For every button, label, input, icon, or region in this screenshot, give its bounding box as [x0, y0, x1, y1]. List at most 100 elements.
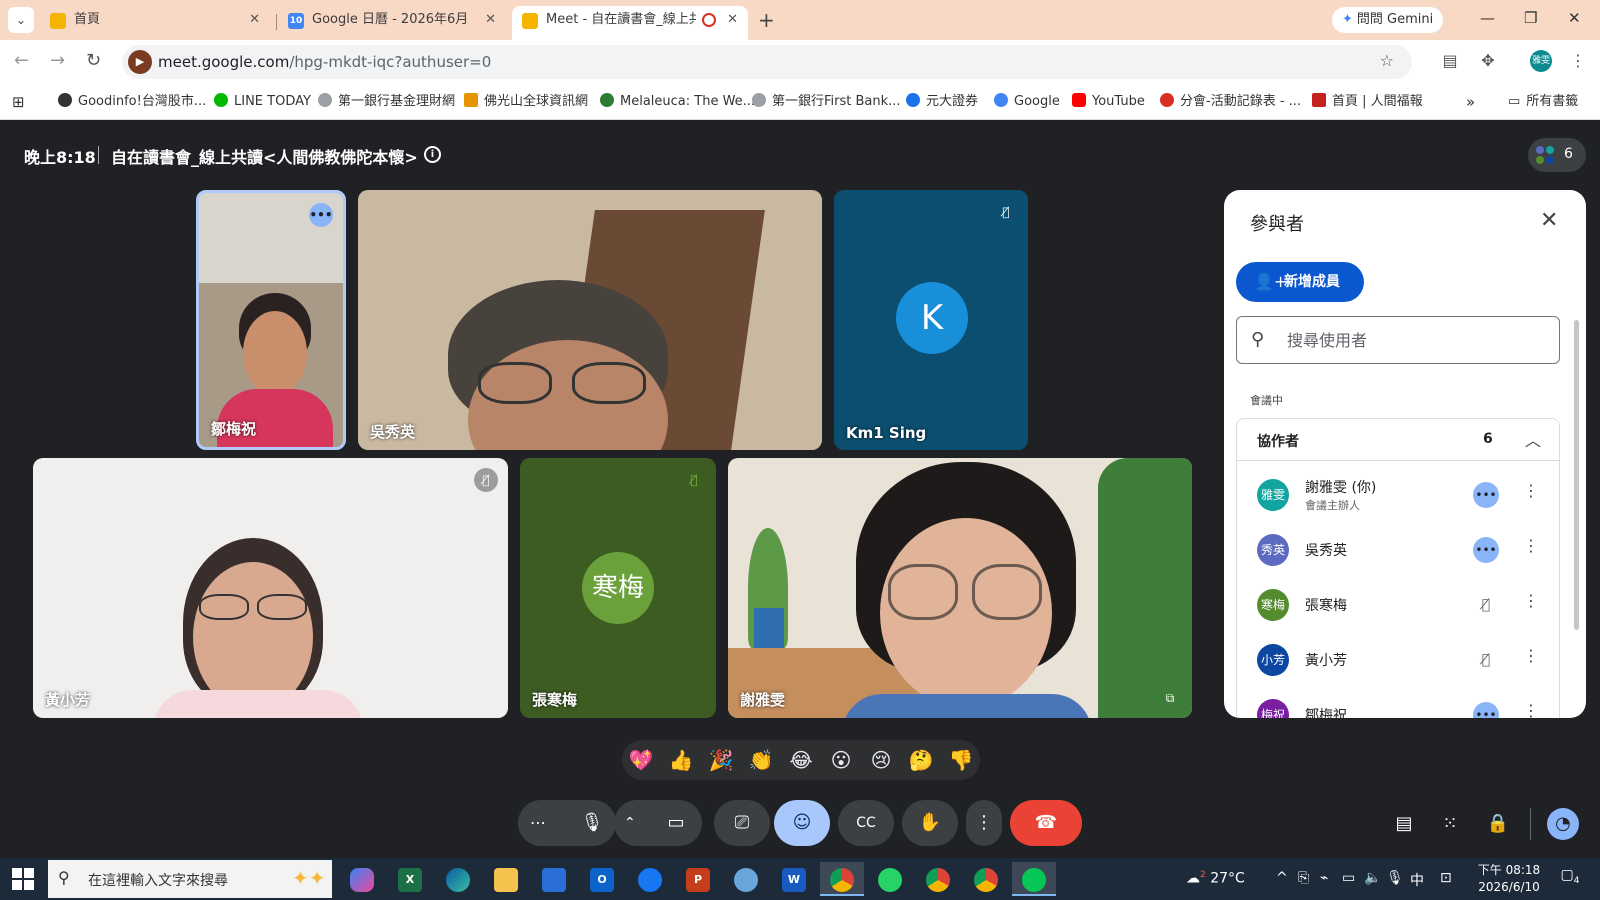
participant-count-badge[interactable]: 6 — [1528, 138, 1586, 172]
mic-off-icon[interactable]: 🎙̸ — [1473, 592, 1499, 618]
more-options-icon[interactable]: ••• — [1473, 537, 1499, 563]
windows-start-icon[interactable] — [12, 868, 34, 890]
kebab-menu-icon[interactable]: ⋮ — [1523, 701, 1539, 718]
line-app-icon[interactable] — [1012, 862, 1056, 896]
participant-row[interactable]: 雅雯 謝雅雯 (你) 會議主辦人 ••• ⋮ — [1237, 467, 1559, 522]
kebab-menu-icon[interactable]: ⋮ — [1523, 481, 1539, 500]
chat-icon[interactable]: ▤ — [1388, 808, 1420, 840]
input-method-indicator[interactable]: 中 — [1410, 870, 1424, 890]
video-tile[interactable]: ⧉ 謝雅雯 — [728, 458, 1192, 718]
bookmark-item[interactable]: 第一銀行基金理財網 — [318, 84, 455, 120]
copilot-icon[interactable] — [340, 862, 384, 896]
video-tile[interactable]: 🎙̸ 黃小芳 — [33, 458, 508, 718]
extensions-icon[interactable]: ✥ — [1478, 51, 1498, 71]
store-icon[interactable] — [532, 862, 576, 896]
notification-center-icon[interactable]: ▢4 — [1558, 867, 1582, 891]
more-bookmarks-icon[interactable]: » — [1466, 84, 1475, 120]
tab-home[interactable]: 首頁 ✕ — [40, 6, 270, 40]
all-bookmarks-folder[interactable]: ▭ 所有書籤 — [1508, 84, 1578, 120]
bookmark-item[interactable]: 第一銀行First Bank... — [752, 84, 901, 120]
tab-calendar[interactable]: 10 Google 日曆 - 2026年6月 ✕ — [278, 6, 506, 40]
chevron-up-icon[interactable]: ︿ — [1525, 427, 1541, 451]
restore-icon[interactable]: ❐ — [1524, 9, 1537, 27]
minimize-icon[interactable]: — — [1480, 9, 1495, 27]
avatar-tile[interactable]: 寒梅 🎙̸ 張寒梅 — [520, 458, 716, 718]
reaction-thinking-icon[interactable]: 🤔 — [908, 747, 934, 773]
raise-hand-icon[interactable]: ✋ — [902, 800, 958, 846]
participant-row[interactable]: 寒梅 張寒梅 🎙̸ ⋮ — [1237, 577, 1559, 632]
messenger-icon[interactable] — [628, 862, 672, 896]
video-tile[interactable]: 吳秀英 — [358, 190, 822, 450]
search-input[interactable] — [1287, 327, 1547, 353]
microphone-tray-icon[interactable]: 🎙 — [1386, 870, 1404, 886]
chrome-icon[interactable] — [820, 862, 864, 896]
whatsapp-icon[interactable] — [868, 862, 912, 896]
info-icon[interactable]: i — [424, 146, 441, 163]
close-icon[interactable]: ✕ — [1540, 208, 1558, 233]
reaction-laugh-icon[interactable]: 😂 — [788, 747, 814, 773]
activities-icon[interactable]: ⁙ — [1434, 808, 1466, 840]
chrome-profile-icon[interactable] — [916, 862, 960, 896]
bookmark-item[interactable]: 首頁 | 人間福報 — [1312, 84, 1423, 120]
tab-search-icon[interactable]: ⌄ — [8, 7, 34, 33]
people-search-field[interactable]: ⚲ — [1236, 316, 1560, 364]
close-icon[interactable]: ✕ — [727, 6, 738, 34]
kebab-menu-icon[interactable]: ⋮ — [1523, 591, 1539, 610]
volume-icon[interactable]: 🔈 — [1364, 870, 1381, 886]
bookmark-item[interactable]: LINE TODAY — [214, 84, 311, 120]
camera-icon[interactable]: ▭ — [654, 800, 698, 846]
mic-off-icon[interactable]: 🎙̸ — [1473, 647, 1499, 673]
kebab-menu-icon[interactable]: ⋮ — [1523, 536, 1539, 555]
captions-icon[interactable]: CC — [838, 800, 894, 846]
reaction-sad-icon[interactable]: 😢 — [868, 747, 894, 773]
emoji-reactions-icon[interactable]: ☺ — [774, 800, 830, 846]
tab-meet[interactable]: Meet - 自在讀書會_線上共 ✕ — [512, 6, 748, 40]
ime-options-icon[interactable]: ⊡ — [1440, 870, 1452, 886]
site-info-icon[interactable]: ▶ — [128, 50, 152, 74]
picture-in-picture-icon[interactable]: ⧉ — [1158, 686, 1182, 710]
video-tile[interactable]: ••• 鄒梅祝 — [196, 190, 346, 450]
forward-icon[interactable]: → — [50, 50, 65, 71]
paint-icon[interactable] — [724, 862, 768, 896]
leave-call-icon[interactable]: ☎ — [1010, 800, 1082, 846]
back-icon[interactable]: ← — [14, 50, 29, 71]
gemini-button[interactable]: ✦ 問問 Gemini — [1332, 7, 1444, 33]
close-icon[interactable]: ✕ — [249, 6, 260, 34]
tray-overflow-icon[interactable]: ^ — [1276, 870, 1288, 886]
wifi-off-icon[interactable]: ⌁ — [1320, 870, 1328, 886]
reaction-party-icon[interactable]: 🎉 — [708, 747, 734, 773]
participant-row[interactable]: 秀英 吳秀英 ••• ⋮ — [1237, 522, 1559, 577]
edge-icon[interactable] — [436, 862, 480, 896]
taskbar-search-box[interactable]: ⚲ 在這裡輸入文字來搜尋 ✦✦ — [48, 860, 332, 898]
media-icon[interactable]: ▤ — [1440, 51, 1460, 71]
reaction-thumbs-down-icon[interactable]: 👎 — [948, 747, 974, 773]
more-options-icon[interactable]: ⋮ — [966, 800, 1002, 846]
bookmark-item[interactable]: YouTube — [1072, 84, 1145, 120]
outlook-icon[interactable]: O — [580, 862, 624, 896]
avatar-tile[interactable]: K 🎙̸ Km1 Sing — [834, 190, 1028, 450]
bookmark-item[interactable]: 佛光山全球資訊網 — [464, 84, 588, 120]
more-options-icon[interactable]: ••• — [1473, 482, 1499, 508]
panel-scrollbar[interactable] — [1574, 320, 1579, 630]
group-header[interactable]: 協作者 6 ︿ — [1237, 419, 1559, 461]
window-close-icon[interactable]: ✕ — [1568, 9, 1581, 27]
participant-row[interactable]: 梅祝 鄒梅祝 ••• ⋮ — [1237, 687, 1559, 718]
url-text[interactable]: meet.google.com/hpg-mkdt-iqc?authuser=0 — [158, 45, 491, 79]
reaction-heart-icon[interactable]: 💖 — [628, 747, 654, 773]
word-icon[interactable]: W — [772, 862, 816, 896]
participant-row[interactable]: 小芳 黃小芳 🎙̸ ⋮ — [1237, 632, 1559, 687]
file-explorer-icon[interactable] — [484, 862, 528, 896]
host-controls-icon[interactable]: 🔒 — [1482, 808, 1514, 840]
kebab-menu-icon[interactable]: ⋮ — [1523, 646, 1539, 665]
bookmark-star-icon[interactable]: ☆ — [1380, 51, 1394, 70]
apps-grid-icon[interactable]: ⊞ — [12, 84, 25, 120]
timer-icon[interactable]: ◔ — [1547, 808, 1579, 840]
bookmark-item[interactable]: Melaleuca: The We... — [600, 84, 755, 120]
more-options-icon[interactable]: ••• — [309, 203, 333, 227]
system-clock[interactable]: 下午 08:18 2026/6/10 — [1474, 862, 1544, 896]
more-options-icon[interactable]: ••• — [1473, 702, 1499, 718]
bookmark-item[interactable]: Goodinfo!台灣股市... — [58, 84, 206, 120]
reaction-clap-icon[interactable]: 👏 — [748, 747, 774, 773]
reaction-surprised-icon[interactable]: 😮 — [828, 747, 854, 773]
add-people-button[interactable]: 👤+ 新增成員 — [1236, 262, 1364, 302]
